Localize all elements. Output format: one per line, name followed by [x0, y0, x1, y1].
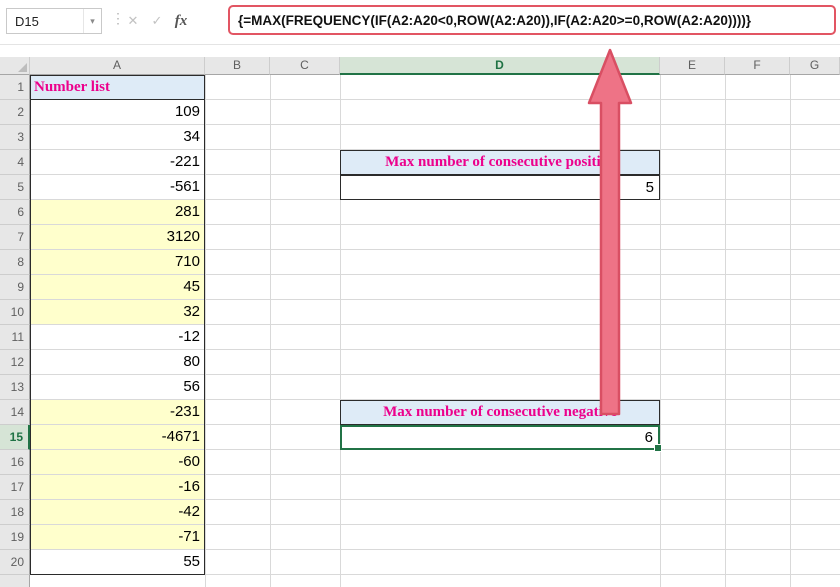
cell-A1[interactable]: Number list	[30, 75, 205, 100]
cell-A6[interactable]: 281	[30, 200, 205, 225]
column-headers: A B C D E F G	[30, 57, 840, 75]
insert-function-icon[interactable]: fx	[170, 8, 192, 34]
row-header-7[interactable]: 7	[0, 225, 30, 250]
enter-icon[interactable]: ✓	[146, 8, 168, 34]
cell-A10[interactable]: 32	[30, 300, 205, 325]
cell-A17[interactable]: -16	[30, 475, 205, 500]
row-header-3[interactable]: 3	[0, 125, 30, 150]
cell-positive-value[interactable]: 5	[340, 175, 660, 200]
row-header-15[interactable]: 15	[0, 425, 30, 450]
cell-A14[interactable]: -231	[30, 400, 205, 425]
column-header-C[interactable]: C	[270, 57, 340, 75]
row-header-19[interactable]: 19	[0, 525, 30, 550]
column-header-B[interactable]: B	[205, 57, 270, 75]
cell-A20[interactable]: 55	[30, 550, 205, 575]
excel-window: D15 ▾ ⋮ ✕ ✓ fx {=MAX(FREQUENCY(IF(A2:A20…	[0, 0, 840, 587]
cell-A4[interactable]: -221	[30, 150, 205, 175]
column-header-E[interactable]: E	[660, 57, 725, 75]
column-A-cells: Number list 109 34 -221 -561 281 3120 71…	[30, 75, 205, 575]
row-header-2[interactable]: 2	[0, 100, 30, 125]
name-box-dropdown-icon[interactable]: ▾	[83, 9, 101, 33]
cell-A5[interactable]: -561	[30, 175, 205, 200]
worksheet: A B C D E F G 1 2 3 4 5 6 7 8 9 10 11 12…	[0, 57, 840, 587]
cell-A9[interactable]: 45	[30, 275, 205, 300]
gridline-vertical	[660, 75, 661, 587]
row-header-8[interactable]: 8	[0, 250, 30, 275]
row-header-6[interactable]: 6	[0, 200, 30, 225]
cell-A13[interactable]: 56	[30, 375, 205, 400]
cell-A19[interactable]: -71	[30, 525, 205, 550]
row-header-12[interactable]: 12	[0, 350, 30, 375]
column-header-D[interactable]: D	[340, 57, 660, 75]
row-header-14[interactable]: 14	[0, 400, 30, 425]
column-header-G[interactable]: G	[790, 57, 840, 75]
row-header-13[interactable]: 13	[0, 375, 30, 400]
formula-highlight-box: {=MAX(FREQUENCY(IF(A2:A20<0,ROW(A2:A20))…	[228, 5, 836, 35]
cancel-icon[interactable]: ✕	[122, 8, 144, 34]
name-box[interactable]: D15 ▾	[6, 8, 102, 34]
cell-A11[interactable]: -12	[30, 325, 205, 350]
row-headers: 1 2 3 4 5 6 7 8 9 10 11 12 13 14 15 16 1…	[0, 75, 30, 587]
row-header-10[interactable]: 10	[0, 300, 30, 325]
row-header-4[interactable]: 4	[0, 150, 30, 175]
cell-negative-label[interactable]: Max number of consecutive negative	[340, 400, 660, 425]
cell-A7[interactable]: 3120	[30, 225, 205, 250]
formula-bar: D15 ▾ ⋮ ✕ ✓ fx {=MAX(FREQUENCY(IF(A2:A20…	[0, 0, 840, 57]
row-header-11[interactable]: 11	[0, 325, 30, 350]
cell-positive-label[interactable]: Max number of consecutive positive	[340, 150, 660, 175]
row-header-filler	[0, 575, 30, 587]
cell-A12[interactable]: 80	[30, 350, 205, 375]
column-header-A[interactable]: A	[30, 57, 205, 75]
row-header-5[interactable]: 5	[0, 175, 30, 200]
column-header-F[interactable]: F	[725, 57, 790, 75]
cell-A3[interactable]: 34	[30, 125, 205, 150]
row-header-17[interactable]: 17	[0, 475, 30, 500]
row-header-1[interactable]: 1	[0, 75, 30, 100]
gridline-vertical	[205, 75, 206, 587]
cell-A16[interactable]: -60	[30, 450, 205, 475]
row-header-9[interactable]: 9	[0, 275, 30, 300]
active-cell-reference[interactable]: D15	[7, 14, 83, 29]
cell-A8[interactable]: 710	[30, 250, 205, 275]
cell-A18[interactable]: -42	[30, 500, 205, 525]
row-header-18[interactable]: 18	[0, 500, 30, 525]
row-header-16[interactable]: 16	[0, 450, 30, 475]
cell-D15-selected[interactable]: 6	[340, 425, 660, 450]
gridline-vertical	[790, 75, 791, 587]
cell-A15[interactable]: -4671	[30, 425, 205, 450]
select-all-corner[interactable]	[0, 57, 30, 75]
cell-A2[interactable]: 109	[30, 100, 205, 125]
gridline-vertical	[270, 75, 271, 587]
formula-input[interactable]: {=MAX(FREQUENCY(IF(A2:A20<0,ROW(A2:A20))…	[230, 13, 751, 28]
formula-bar-divider	[0, 44, 840, 45]
row-header-20[interactable]: 20	[0, 550, 30, 575]
gridline-vertical	[725, 75, 726, 587]
